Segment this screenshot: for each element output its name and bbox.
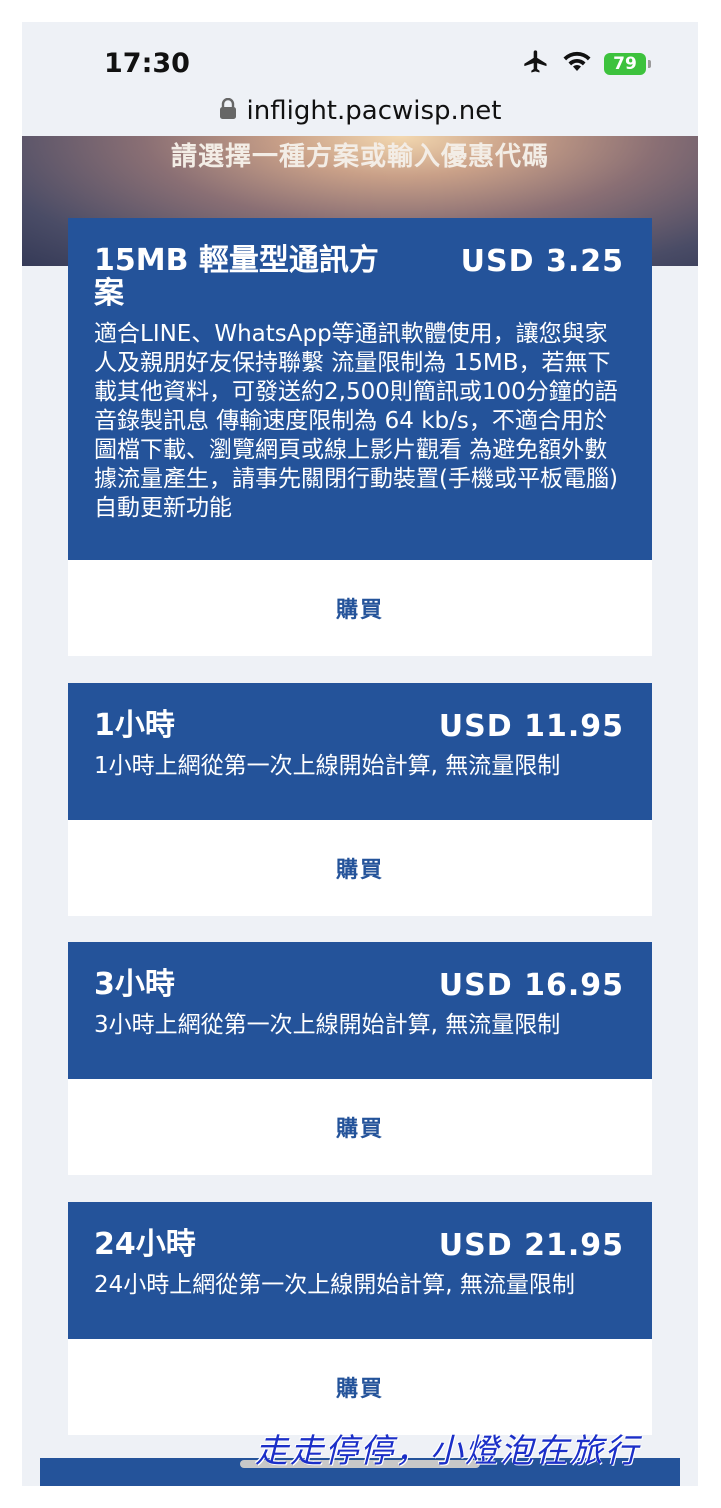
plan-title: 24小時 (94, 1227, 196, 1262)
plan-price: USD 11.95 (438, 709, 624, 744)
battery-icon: 79 (604, 53, 651, 75)
plan-card-header: 15MB 輕量型通訊方案 USD 3.25 適合LINE、WhatsApp等通訊… (68, 218, 652, 560)
status-icons: 79 (522, 48, 651, 80)
plan-card-header: 1小時 USD 11.95 1小時上網從第一次上線開始計算, 無流量限制 (68, 683, 652, 820)
buy-button-area[interactable]: 購買 (68, 1079, 652, 1175)
buy-button-area[interactable]: 購買 (68, 820, 652, 916)
plan-description: 24小時上網從第一次上線開始計算, 無流量限制 (94, 1272, 575, 1298)
plan-card-1-hour: 1小時 USD 11.95 1小時上網從第一次上線開始計算, 無流量限制 購買 (68, 683, 652, 916)
plan-description: 3小時上網從第一次上線開始計算, 無流量限制 (94, 1012, 561, 1038)
plan-card-header: 24小時 USD 21.95 24小時上網從第一次上線開始計算, 無流量限制 (68, 1202, 652, 1339)
status-time: 17:30 (104, 48, 190, 79)
plan-title: 3小時 (94, 967, 175, 1002)
plan-price: USD 3.25 (460, 244, 624, 279)
buy-button[interactable]: 購買 (336, 852, 384, 884)
plan-description: 1小時上網從第一次上線開始計算, 無流量限制 (94, 753, 561, 779)
plan-price: USD 16.95 (438, 968, 624, 1003)
buy-button-area[interactable]: 購買 (68, 560, 652, 656)
plan-card-header: 3小時 USD 16.95 3小時上網從第一次上線開始計算, 無流量限制 (68, 942, 652, 1079)
airplane-icon (522, 48, 550, 80)
page-title: 請選擇一種方案或輸入優惠代碼 (170, 142, 549, 172)
plan-title: 15MB 輕量型通訊方案 (94, 243, 379, 311)
wifi-icon (562, 50, 592, 78)
buy-button-area[interactable]: 購買 (68, 1339, 652, 1435)
plan-description: 適合LINE、WhatsApp等通訊軟體使用，讓您與家人及親朋好友保持聯繫 流量… (94, 321, 618, 521)
watermark-text: 走走停停，小燈泡在旅行 (255, 1431, 640, 1470)
phone-screen: 17:30 79 inflight.pacwisp.net 請選擇一種方案或輸入… (22, 22, 698, 1486)
buy-button[interactable]: 購買 (336, 592, 384, 624)
plan-card-15mb: 15MB 輕量型通訊方案 USD 3.25 適合LINE、WhatsApp等通訊… (68, 218, 652, 656)
plan-card-24-hours: 24小時 USD 21.95 24小時上網從第一次上線開始計算, 無流量限制 購… (68, 1202, 652, 1435)
address-bar[interactable]: inflight.pacwisp.net (22, 84, 698, 138)
plan-price: USD 21.95 (438, 1228, 624, 1263)
plan-title: 1小時 (94, 708, 175, 743)
buy-button[interactable]: 購買 (336, 1111, 384, 1143)
plan-card-3-hours: 3小時 USD 16.95 3小時上網從第一次上線開始計算, 無流量限制 購買 (68, 942, 652, 1175)
url-text[interactable]: inflight.pacwisp.net (247, 96, 502, 126)
battery-level: 79 (613, 54, 637, 74)
lock-icon (219, 97, 237, 124)
buy-button[interactable]: 購買 (336, 1371, 384, 1403)
